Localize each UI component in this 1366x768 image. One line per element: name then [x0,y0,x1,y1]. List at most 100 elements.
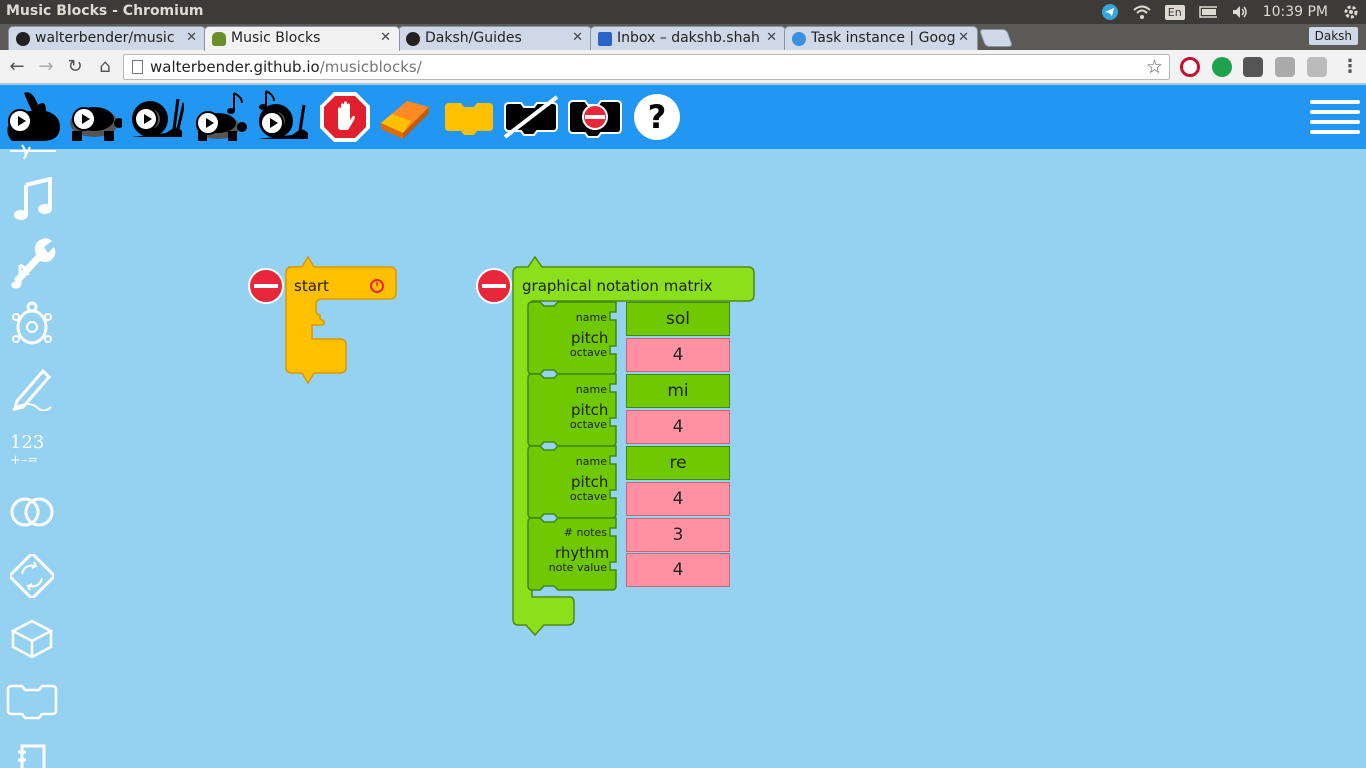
palette-boolean-icon[interactable] [6,486,58,538]
volume-icon[interactable] [1231,3,1249,21]
palette-media-icon[interactable] [6,736,58,768]
tab-label: Inbox – dakshb.shah [617,30,760,46]
tab-label: Task instance | Goog [811,30,956,46]
palette-turtle-icon[interactable] [6,300,58,352]
tab-task-instance[interactable]: Task instance | Goog ✕ [784,26,978,50]
page-icon [132,60,143,74]
pitch-name-label: name [575,311,607,324]
start-block-label: start [294,277,329,295]
help-button[interactable]: ? [628,89,686,145]
tab-label: Music Blocks [231,30,321,46]
mail-icon [598,32,612,46]
telegram-icon[interactable] [1101,3,1119,21]
palette-box-icon[interactable] [6,612,58,664]
grammarly-extension-icon[interactable] [1212,57,1232,77]
adblock-extension-icon[interactable] [1180,57,1200,77]
github-icon [16,32,30,46]
home-icon[interactable]: ⌂ [93,55,117,79]
bookmark-star-icon[interactable]: ☆ [1146,56,1163,78]
github-icon [406,32,420,46]
collapse-stack-button[interactable] [566,89,624,145]
play-music-turtle-button[interactable] [190,89,248,145]
hide-blocks-button[interactable] [502,89,560,145]
tab-inbox[interactable]: Inbox – dakshb.shah ✕ [590,26,786,50]
url-text[interactable]: walterbender.github.io/musicblocks/ [150,58,422,76]
tab-music-blocks[interactable]: Music Blocks ✕ [204,26,400,51]
wifi-icon[interactable] [1133,3,1151,21]
play-icon [72,107,96,131]
start-block-delete-button[interactable] [248,268,284,304]
stop-button[interactable] [316,89,374,145]
forward-arrow-icon[interactable]: → [34,55,58,79]
play-icon [260,111,284,135]
clear-eraser-button[interactable] [376,89,434,145]
palette-pen-icon[interactable] [6,362,58,414]
tab-close-icon[interactable]: ✕ [766,30,777,45]
tab-close-icon[interactable]: ✕ [380,30,391,45]
tab-close-icon[interactable]: ✕ [958,30,969,45]
palette-flow-icon[interactable] [6,550,58,602]
browser-tab-strip: walterbender/music ✕ Music Blocks ✕ Daks… [0,24,1366,51]
battery-icon[interactable] [1198,3,1217,21]
gear-icon [792,32,806,46]
pitch-label: pitch [571,473,609,491]
eraser-icon [381,101,429,139]
palette-rhythm-icon[interactable] [6,142,58,164]
music-blocks-toolbar: ? [0,85,1366,149]
window-title: Music Blocks - Chromium [6,3,204,19]
palette-number-icon[interactable]: 123 +–= [6,424,58,476]
os-top-bar: Music Blocks - Chromium En 10:39 PM [0,0,1366,24]
pitch-name-value[interactable]: re [626,446,730,480]
palette-pitch-music-note-icon[interactable] [6,174,58,226]
tab-close-icon[interactable]: ✕ [186,30,197,45]
back-arrow-icon[interactable]: ← [5,55,29,79]
help-icon: ? [634,94,680,140]
reload-icon[interactable]: ↻ [63,55,87,79]
pocket-extension-icon[interactable] [1243,57,1263,77]
play-fast-rabbit-button[interactable] [2,89,60,145]
main-menu-hamburger-icon[interactable] [1310,94,1360,138]
keyboard-language-indicator[interactable]: En [1164,4,1185,20]
extension-icon[interactable] [1275,57,1295,77]
start-block[interactable] [284,255,400,385]
profile-button[interactable]: Daksh [1308,27,1358,45]
play-turtle-button[interactable] [64,89,122,145]
turtle-icon [212,32,226,46]
clock[interactable]: 10:39 PM [1263,4,1328,20]
address-bar[interactable]: walterbender.github.io/musicblocks/ ☆ [123,54,1170,80]
octave-number-value[interactable]: 4 [626,482,730,516]
new-tab-button[interactable] [978,29,1014,47]
palette-tone-wrench-icon[interactable] [6,236,58,289]
matrix-block-delete-button[interactable] [476,268,512,304]
tab-close-icon[interactable]: ✕ [572,30,583,45]
settings-gear-icon[interactable] [1342,3,1360,21]
pitch-label: pitch [571,401,609,419]
tab-walterbender-music[interactable]: walterbender/music ✕ [8,26,206,50]
rhythm-label: rhythm [555,544,610,562]
url-host: walterbender.github.io [150,58,320,76]
collapse-blocks-button[interactable] [440,89,498,145]
octave-number-value[interactable]: 4 [626,410,730,444]
pitch-name-value[interactable]: mi [626,374,730,408]
tab-label: walterbender/music [35,30,175,46]
matrix-block-label: graphical notation matrix [522,277,713,295]
notes-number-value[interactable]: 3 [626,518,730,552]
tab-daksh-guides[interactable]: Daksh/Guides ✕ [398,26,592,50]
system-tray: En 10:39 PM [1101,0,1360,24]
pitch-name-value[interactable]: sol [626,302,730,336]
pitch-name-label: name [575,383,607,396]
play-icon [196,111,220,135]
collapse-icon [568,100,622,138]
play-icon [134,107,158,131]
play-music-snail-button[interactable] [252,89,310,145]
rhythm-notes-label: # notes [563,526,607,539]
block-icon [445,103,493,135]
palette-number-ops: +–= [10,453,39,468]
pitch-octave-label: octave [569,346,607,359]
note-value-number[interactable]: 4 [626,553,730,587]
play-snail-button[interactable] [126,89,184,145]
extension-icon[interactable] [1307,57,1327,77]
chrome-menu-icon[interactable]: ⋮ [1338,55,1362,79]
octave-number-value[interactable]: 4 [626,338,730,372]
palette-action-block-icon[interactable] [6,674,58,726]
